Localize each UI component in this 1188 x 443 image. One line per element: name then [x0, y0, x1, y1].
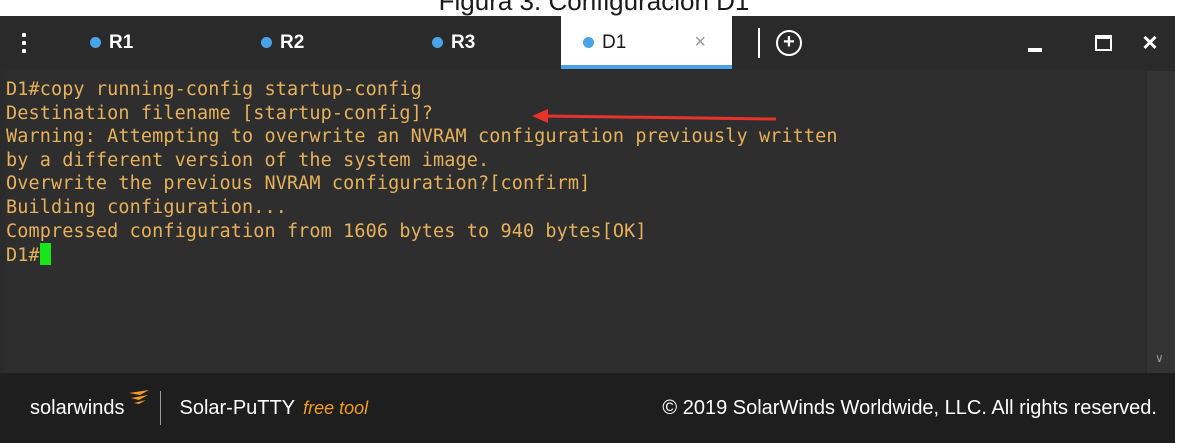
tab-d1[interactable]: D1 × [561, 16, 732, 69]
product-name: Solar-PuTTY [179, 396, 296, 419]
session-dot-icon [90, 37, 101, 48]
scroll-down-icon[interactable]: ∨ [1155, 351, 1164, 365]
terminal-line: by a different version of the system ima… [6, 149, 490, 171]
free-tool-label: free tool [303, 397, 369, 418]
terminal-prompt-line: D1# [6, 243, 1146, 267]
session-dot-icon [432, 37, 443, 48]
figure-caption: Figura 3. Configuración D1 [438, 0, 750, 16]
vertical-scrollbar[interactable]: ∨ [1147, 71, 1175, 373]
menu-icon[interactable] [0, 16, 48, 69]
titlebar-divider [758, 27, 760, 58]
annotation-arrow-icon [532, 109, 777, 123]
terminal-prompt: D1# [6, 245, 40, 267]
tab-label: D1 [602, 31, 627, 53]
terminal-line: Building configuration... [6, 196, 287, 218]
new-session-button[interactable]: + [776, 29, 802, 56]
close-button[interactable]: × [1130, 16, 1170, 69]
copyright-text: © 2019 SolarWinds Worldwide, LLC. All ri… [662, 396, 1157, 419]
brand-name: solarwinds [30, 396, 125, 419]
minimize-button[interactable] [1015, 16, 1055, 69]
solarwinds-flame-icon [129, 389, 150, 404]
session-dot-icon [583, 37, 594, 48]
footer-bar: solarwinds Solar-PuTTY free tool © 2019 … [0, 373, 1175, 443]
tab-close-icon[interactable]: × [694, 31, 706, 54]
footer-divider [160, 391, 162, 425]
tab-label: R3 [451, 31, 476, 53]
terminal-cursor [39, 243, 51, 266]
session-dot-icon [261, 37, 272, 48]
maximize-icon [1094, 34, 1112, 51]
terminal-line: Overwrite the previous NVRAM configurati… [6, 173, 591, 195]
terminal-line: D1#copy running-config startup-config [6, 79, 422, 100]
title-bar: R1 R2 R3 D1 × + × [0, 16, 1175, 69]
terminal-line: Warning: Attempting to overwrite an NVRA… [6, 126, 838, 148]
tab-label: R1 [109, 31, 134, 53]
solarwinds-logo: solarwinds [30, 389, 150, 420]
tab-r3[interactable]: R3 [390, 16, 561, 69]
minimize-icon [1028, 47, 1042, 52]
maximize-button[interactable] [1083, 16, 1123, 69]
terminal-line: Compressed configuration from 1606 bytes… [6, 220, 647, 242]
tab-r1[interactable]: R1 [48, 16, 219, 69]
solar-putty-window: R1 R2 R3 D1 × + × D1#copy running-config… [0, 16, 1175, 443]
tab-r2[interactable]: R2 [219, 16, 390, 69]
tab-label: R2 [280, 31, 305, 53]
